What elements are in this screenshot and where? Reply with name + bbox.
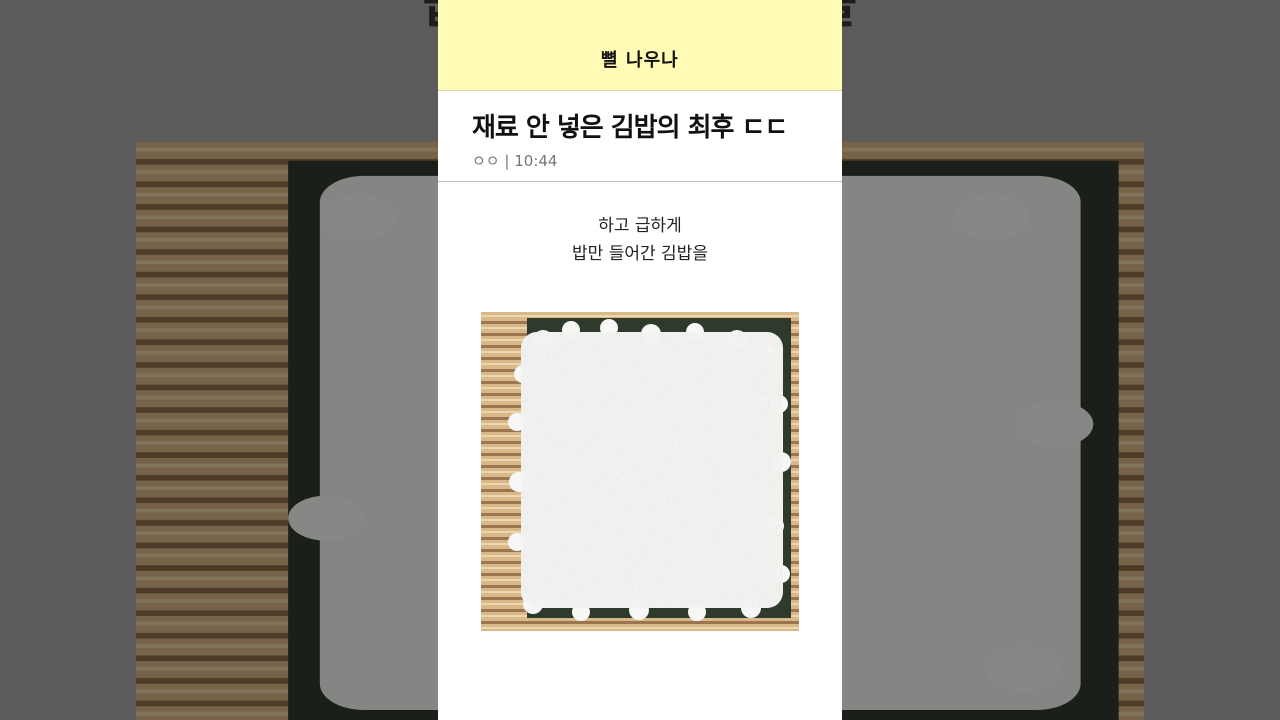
meta-separator: | xyxy=(504,152,510,170)
post-meta: ㅇㅇ | 10:44 xyxy=(472,150,808,171)
post-header: 재료 안 넣은 김밥의 최후 ㄷㄷ ㅇㅇ | 10:44 xyxy=(438,91,842,182)
caption-line-1: 하고 급하게 xyxy=(598,216,682,236)
site-logo[interactable]: 뼐 나우나 xyxy=(601,46,679,72)
kimbap-rice-image xyxy=(481,312,799,631)
post-time: 10:44 xyxy=(514,152,558,170)
post-image xyxy=(481,312,799,631)
video-frame: 밥만 들어간 김밥을 뼐 나우나 재료 안 넣 xyxy=(0,0,1280,720)
caption-line-2: 밥만 들어간 김밥을 xyxy=(572,244,708,264)
post-body: 하고 급하게 밥만 들어간 김밥을 xyxy=(438,182,842,631)
post-author: ㅇㅇ xyxy=(472,152,500,170)
post-view: 뼐 나우나 재료 안 넣은 김밥의 최후 ㄷㄷ ㅇㅇ | 10:44 하고 급하… xyxy=(438,0,842,720)
rice-layer xyxy=(508,319,791,621)
site-header: 뼐 나우나 xyxy=(438,0,842,91)
post-title: 재료 안 넣은 김밥의 최후 ㄷㄷ xyxy=(472,113,788,143)
